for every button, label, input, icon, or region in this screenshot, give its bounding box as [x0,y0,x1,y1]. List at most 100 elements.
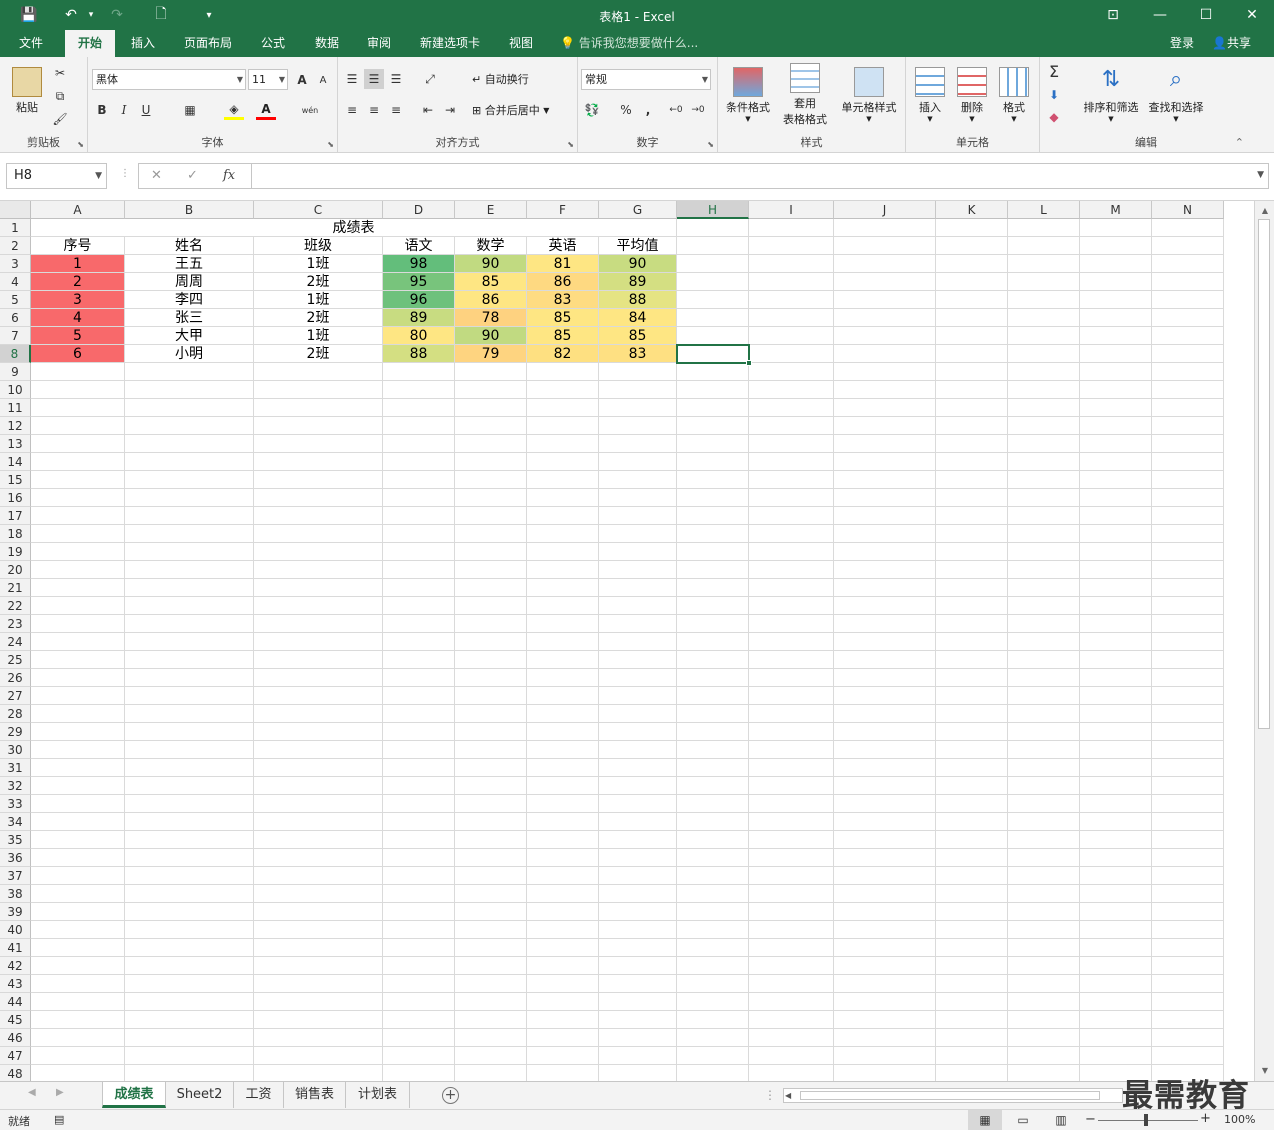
cell[interactable] [936,1011,1008,1029]
close-icon[interactable]: ✕ [1237,4,1267,26]
cell[interactable] [527,543,599,561]
data-cell[interactable]: 88 [599,291,677,309]
cell[interactable] [527,723,599,741]
cell[interactable] [125,597,254,615]
bold-button[interactable]: B [92,100,112,120]
cell[interactable] [254,741,383,759]
cell[interactable] [1152,849,1224,867]
cell[interactable] [1008,957,1080,975]
cell[interactable] [1008,381,1080,399]
cell[interactable] [254,615,383,633]
cell[interactable] [254,903,383,921]
cell[interactable] [1152,651,1224,669]
cell[interactable] [834,399,936,417]
cell[interactable] [527,867,599,885]
cell[interactable] [527,669,599,687]
currency-icon[interactable]: 💱 [582,100,602,120]
cell[interactable] [1080,903,1152,921]
increase-decimal-icon[interactable]: ←0 [666,100,686,120]
cell[interactable] [527,471,599,489]
cell[interactable] [383,561,455,579]
cell[interactable] [677,633,749,651]
cell[interactable] [31,507,125,525]
cell[interactable] [1080,417,1152,435]
cell[interactable] [1152,1011,1224,1029]
clear-icon[interactable]: ◆ [1044,107,1064,127]
cell[interactable] [677,579,749,597]
cell[interactable] [1008,291,1080,309]
cell[interactable] [383,1029,455,1047]
cell[interactable] [383,417,455,435]
cell[interactable] [599,921,677,939]
cell[interactable] [31,975,125,993]
cell[interactable] [834,849,936,867]
cell[interactable] [749,957,834,975]
cell[interactable] [125,939,254,957]
cell[interactable] [749,579,834,597]
cell[interactable] [125,399,254,417]
cell[interactable] [749,435,834,453]
data-cell[interactable]: 90 [455,255,527,273]
cell[interactable] [455,615,527,633]
cell[interactable] [125,453,254,471]
cell[interactable] [31,453,125,471]
data-cell[interactable]: 85 [527,327,599,345]
cell[interactable] [936,687,1008,705]
data-cell[interactable]: 5 [31,327,125,345]
cell[interactable] [125,543,254,561]
cell[interactable] [1080,849,1152,867]
cell[interactable] [254,849,383,867]
cell[interactable] [31,939,125,957]
underline-button[interactable]: U [136,100,156,120]
cell[interactable] [455,957,527,975]
tab-review[interactable]: 审阅 [356,30,402,57]
cell[interactable] [527,687,599,705]
cell[interactable] [31,435,125,453]
cell[interactable] [31,957,125,975]
cell[interactable] [677,507,749,525]
cell[interactable] [1008,975,1080,993]
cell[interactable] [455,921,527,939]
cell[interactable] [527,435,599,453]
cell[interactable] [749,633,834,651]
cell[interactable] [599,507,677,525]
cell[interactable] [455,885,527,903]
add-sheet-icon[interactable]: + [442,1087,459,1104]
row-header-37[interactable]: 37 [0,867,31,885]
cell[interactable] [1080,777,1152,795]
cell[interactable] [254,1011,383,1029]
cell[interactable] [1080,219,1152,237]
cell[interactable] [383,705,455,723]
cell[interactable] [1152,453,1224,471]
collapse-ribbon-icon[interactable]: ⌃ [1235,136,1244,149]
cell[interactable] [254,759,383,777]
cell[interactable] [834,579,936,597]
orientation-icon[interactable]: ⤢ [420,69,440,89]
align-right-icon[interactable]: ≡ [386,100,406,120]
row-header-31[interactable]: 31 [0,759,31,777]
cell[interactable] [455,1029,527,1047]
cell[interactable] [834,435,936,453]
cell[interactable] [1008,687,1080,705]
cell[interactable] [677,939,749,957]
font-name-combo[interactable]: 黑体 ▼ [92,69,246,90]
cell[interactable] [527,813,599,831]
row-header-22[interactable]: 22 [0,597,31,615]
header-cell[interactable]: 姓名 [125,237,254,255]
cell[interactable] [125,741,254,759]
wrap-text-button[interactable]: ↵ 自动换行 [472,69,529,89]
cell[interactable] [749,489,834,507]
cell[interactable] [677,993,749,1011]
cell[interactable] [677,615,749,633]
cell[interactable] [677,723,749,741]
header-cell[interactable]: 英语 [527,237,599,255]
cell[interactable] [749,363,834,381]
cell[interactable] [455,705,527,723]
cell[interactable] [527,417,599,435]
cell[interactable] [455,453,527,471]
cell[interactable] [1152,795,1224,813]
cell[interactable] [254,687,383,705]
cell[interactable] [31,471,125,489]
cell[interactable] [383,597,455,615]
data-cell[interactable]: 1班 [254,327,383,345]
